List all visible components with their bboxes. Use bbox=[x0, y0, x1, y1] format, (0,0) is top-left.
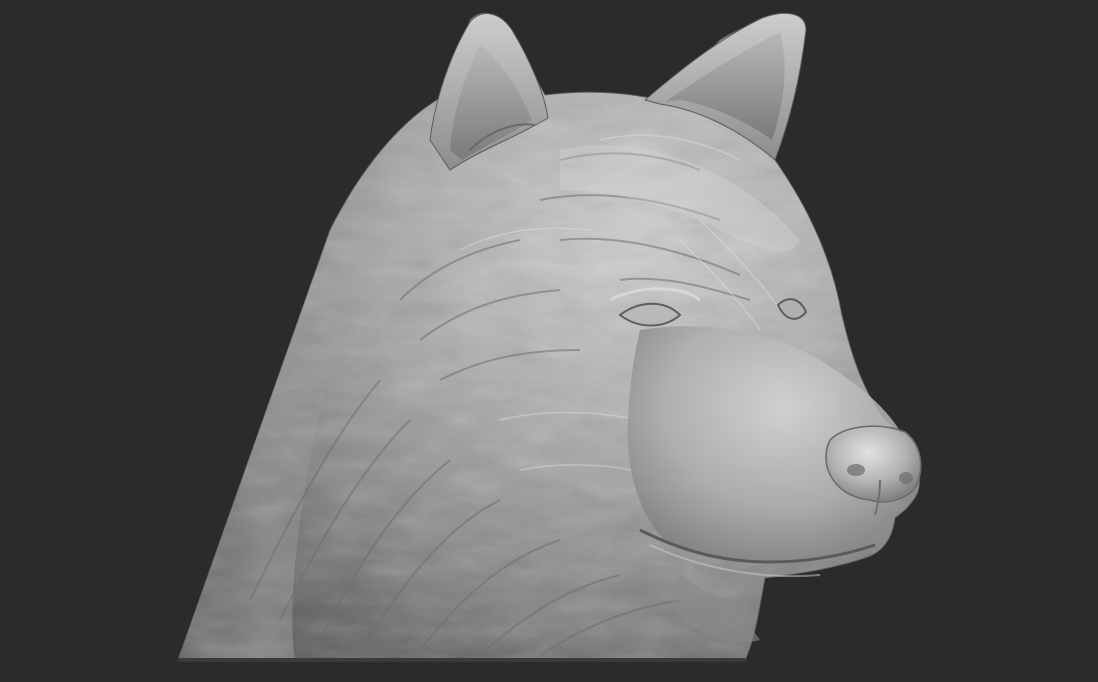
dog-bust-sculpture bbox=[0, 0, 1098, 682]
3d-viewport[interactable] bbox=[0, 0, 1098, 682]
